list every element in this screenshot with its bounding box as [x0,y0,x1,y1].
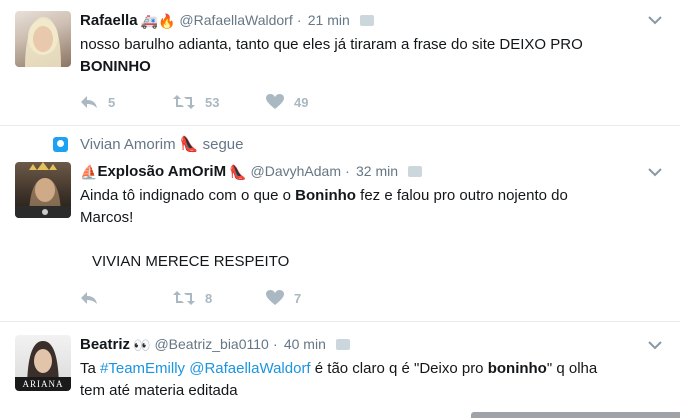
retweet-button[interactable]: 53 [173,94,266,110]
tweet-text-part: " q olha [546,360,598,377]
avatar[interactable] [15,11,71,67]
separator-dot: · [345,163,350,179]
name-emoji: 🚑🔥 [140,13,176,30]
chevron-down-icon[interactable] [648,12,662,26]
username[interactable]: @Beatriz_bia0110 [154,336,268,352]
chevron-down-icon[interactable] [648,164,662,178]
tweet-text-part: Ta [80,360,101,377]
reply-button[interactable] [80,290,173,306]
tweet-text-line: tem até materia editada [80,382,238,399]
name-prefix-emoji: ⛵ [80,164,98,181]
name-emoji: 👠 [229,164,247,181]
reply-icon [81,292,97,304]
name-emoji: 👀 [133,337,151,354]
username[interactable]: @RafaellaWaldorf [179,12,292,28]
tweet-text: Ta #TeamEmilly @RafaellaWaldorf é tão cl… [80,358,640,402]
tweet-text-part: Ainda tô indignado com o que o [80,187,296,204]
separator-dot: · [273,336,278,352]
heart-icon [266,290,284,305]
tweet-text-line: VIVIAN MERECE RESPEITO [92,253,290,270]
display-name[interactable]: Explosão AmOriM [97,163,226,180]
display-name[interactable]: Beatriz [80,336,130,353]
like-count: 49 [294,94,309,110]
avatar-portrait [25,17,61,67]
avatar[interactable] [15,162,71,218]
tweet-text: nosso barulho adianta, tanto que eles já… [80,34,640,78]
like-button[interactable]: 7 [266,290,359,306]
retweet-count: 53 [205,94,220,110]
avatar-caption: ARIANA [22,379,64,389]
context-name[interactable]: Vivian Amorim [80,136,176,153]
translate-icon[interactable] [336,339,351,350]
chevron-down-icon[interactable] [648,337,662,351]
hashtag-link[interactable]: #TeamEmilly [100,360,185,377]
timestamp[interactable]: 40 min [284,336,326,352]
tweet-text-bold: Boninho [295,187,356,204]
retweet-icon [173,95,195,109]
reply-button[interactable]: 5 [80,94,173,110]
tweet-text-part: fez e falou pro outro nojento do [355,187,568,204]
tweet-text-line: Marcos! [80,209,134,226]
heart-icon [266,94,284,109]
avatar[interactable]: ARIANA [15,335,71,391]
tweet[interactable]: ARIANA Beatriz 👀 @Beatriz_bia0110 · 40 min… [0,322,680,418]
username[interactable]: @DavyhAdam [251,163,341,179]
reply-count: 5 [108,94,116,110]
retweet-count: 8 [205,290,213,306]
tweet-text: Ainda tô indignado com o que o Boninho f… [80,185,640,273]
mention-link[interactable]: @RafaellaWaldorf [189,360,310,377]
tweet[interactable]: Rafaella 🚑🔥 @RafaellaWaldorf · 21 min noss… [0,0,680,126]
retweet-button[interactable]: 8 [173,290,266,306]
tweet-text-line: nosso barulho adianta, tanto que eles já… [80,36,583,53]
reply-icon [81,96,97,108]
tweet-text-part: é tão claro q é "Deixo pro [310,360,488,377]
timestamp[interactable]: 21 min [308,12,350,28]
like-count: 7 [294,290,302,306]
retweet-icon [173,291,195,305]
translate-icon[interactable] [408,166,423,177]
follow-context: Vivian Amorim 👠 segue [80,135,244,155]
tweet-text-bold: boninho [487,360,547,377]
timestamp[interactable]: 32 min [356,163,398,179]
tweet-text-bold: BONINHO [80,58,151,75]
display-name[interactable]: Rafaella [80,12,138,29]
horizontal-scrollbar[interactable] [471,412,680,418]
separator-dot: · [296,12,302,28]
avatar-portrait [15,162,71,218]
context-action: segue [202,136,244,153]
translate-icon[interactable] [359,15,374,26]
context-emoji: 👠 [179,136,199,153]
tweet[interactable]: Vivian Amorim 👠 segue ⛵Explosão AmOriM 👠 @… [0,126,680,322]
follow-context-icon [53,137,68,152]
like-button[interactable]: 49 [266,94,359,110]
